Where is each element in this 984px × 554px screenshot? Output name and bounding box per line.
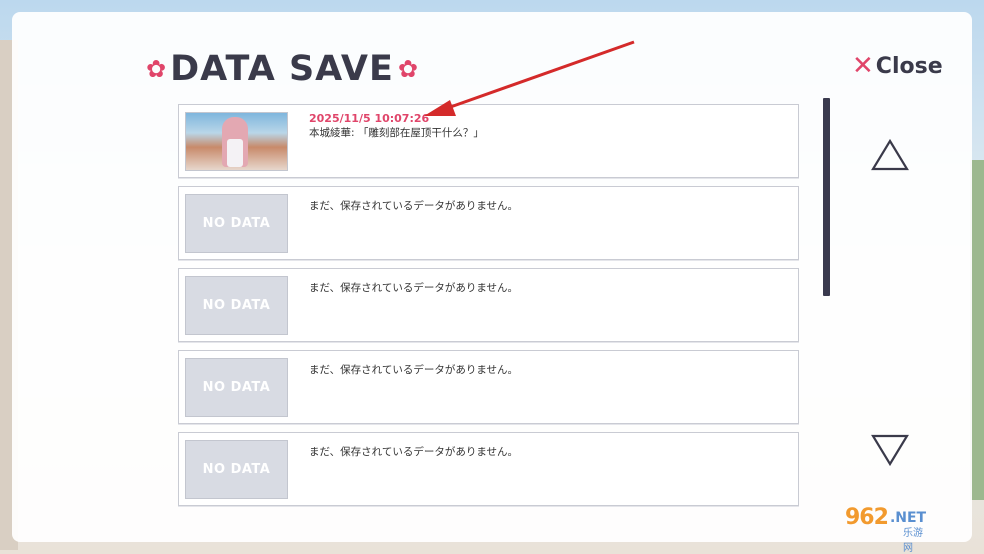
save-info: まだ、保存されているデータがありません。	[309, 445, 518, 459]
scrollbar[interactable]	[823, 98, 830, 296]
no-data-label: NO DATA	[202, 380, 271, 395]
no-data-thumbnail: NO DATA	[185, 194, 288, 253]
watermark: 962 .NET 乐游网	[845, 505, 926, 554]
flower-icon: ✿	[397, 55, 418, 83]
watermark-cn: 乐游网	[903, 528, 923, 554]
close-button[interactable]: ✕ Close	[852, 53, 943, 79]
triangle-up-icon	[871, 138, 909, 171]
page-title: ✿ DATA SAVE ✿	[146, 46, 418, 92]
save-slot-1[interactable]: 2025/11/5 10:07:26 本城綾華: 「雕刻部在屋顶干什么？」	[178, 104, 799, 178]
save-thumbnail	[185, 112, 288, 171]
save-date: 2025/11/5 10:07:26	[309, 112, 430, 125]
save-slot-2[interactable]: NO DATA まだ、保存されているデータがありません。	[178, 186, 799, 260]
save-description: まだ、保存されているデータがありません。	[309, 200, 519, 212]
no-data-label: NO DATA	[202, 462, 271, 477]
save-slot-list: 2025/11/5 10:07:26 本城綾華: 「雕刻部在屋顶干什么？」 NO…	[178, 104, 799, 514]
watermark-number: 962	[845, 505, 889, 530]
flower-icon: ✿	[146, 55, 167, 83]
save-info: まだ、保存されているデータがありません。	[309, 363, 518, 377]
background-trees	[970, 160, 984, 500]
scroll-up-button[interactable]	[870, 138, 910, 174]
save-info: 2025/11/5 10:07:26 本城綾華: 「雕刻部在屋顶干什么？」	[309, 112, 484, 140]
save-description: まだ、保存されているデータがありません。	[309, 364, 519, 376]
close-x-icon: ✕	[852, 51, 874, 81]
save-info: まだ、保存されているデータがありません。	[309, 281, 518, 295]
no-data-label: NO DATA	[202, 216, 271, 231]
no-data-thumbnail: NO DATA	[185, 358, 288, 417]
page-title-text: DATA SAVE	[170, 49, 394, 89]
save-description: まだ、保存されているデータがありません。	[309, 282, 519, 294]
no-data-thumbnail: NO DATA	[185, 440, 288, 499]
save-slot-3[interactable]: NO DATA まだ、保存されているデータがありません。	[178, 268, 799, 342]
no-data-thumbnail: NO DATA	[185, 276, 288, 335]
save-slot-4[interactable]: NO DATA まだ、保存されているデータがありません。	[178, 350, 799, 424]
thumbnail-character	[222, 117, 248, 167]
save-info: まだ、保存されているデータがありません。	[309, 199, 518, 213]
save-description: まだ、保存されているデータがありません。	[309, 446, 519, 458]
no-data-label: NO DATA	[202, 298, 271, 313]
close-label: Close	[875, 53, 943, 79]
scroll-down-button[interactable]	[870, 432, 910, 468]
save-slot-5[interactable]: NO DATA まだ、保存されているデータがありません。	[178, 432, 799, 506]
save-description: 本城綾華: 「雕刻部在屋顶干什么？」	[309, 127, 484, 139]
triangle-down-icon	[871, 434, 909, 467]
